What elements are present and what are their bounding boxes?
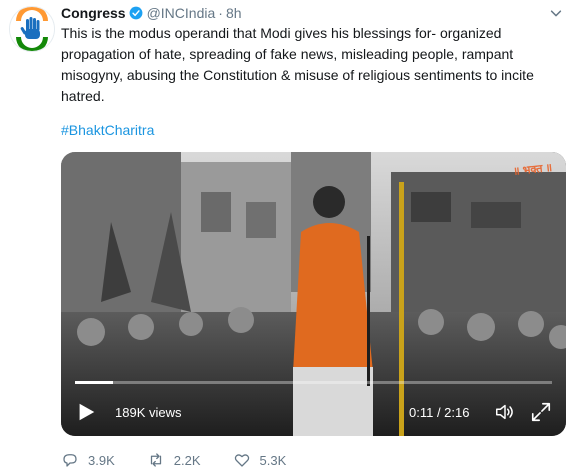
verified-badge-icon — [129, 6, 142, 20]
retweet-button[interactable]: 2.2K — [147, 451, 201, 469]
hashtag-link[interactable]: #BhaktCharitra — [61, 122, 154, 138]
reply-button[interactable]: 3.9K — [61, 451, 115, 469]
congress-hand-logo — [10, 7, 54, 51]
author-name[interactable]: Congress — [61, 5, 126, 21]
reply-icon — [63, 454, 77, 467]
avatar[interactable] — [9, 6, 55, 52]
fullscreen-icon[interactable] — [530, 401, 552, 423]
video-player[interactable]: ॥ भक्त ॥ 189K views 0:11 / 2:16 — [61, 152, 566, 436]
tweet-text: This is the modus operandi that Modi giv… — [61, 25, 534, 104]
video-frame — [61, 152, 566, 436]
tweet-header: Congress @INCIndia · 8h — [61, 4, 242, 22]
view-count: 189K views — [115, 405, 182, 420]
video-time: 0:11 / 2:16 — [409, 405, 470, 420]
like-button[interactable]: 5.3K — [233, 451, 287, 469]
separator-dot: · — [218, 5, 223, 21]
video-progress-bar[interactable] — [75, 381, 552, 384]
like-icon — [234, 454, 249, 467]
video-progress-fill — [75, 381, 114, 384]
caret-down-icon[interactable] — [549, 6, 563, 20]
play-icon[interactable] — [75, 401, 97, 423]
reply-count: 3.9K — [88, 452, 115, 468]
tweet-actions: 3.9K 2.2K 5.3K — [61, 451, 318, 469]
volume-icon[interactable] — [493, 401, 517, 423]
retweet-count: 2.2K — [173, 452, 201, 468]
retweet-icon — [150, 453, 161, 467]
like-count: 5.3K — [259, 452, 287, 468]
author-handle[interactable]: @INCIndia — [147, 5, 216, 21]
tweet-timestamp[interactable]: 8h — [226, 5, 242, 21]
